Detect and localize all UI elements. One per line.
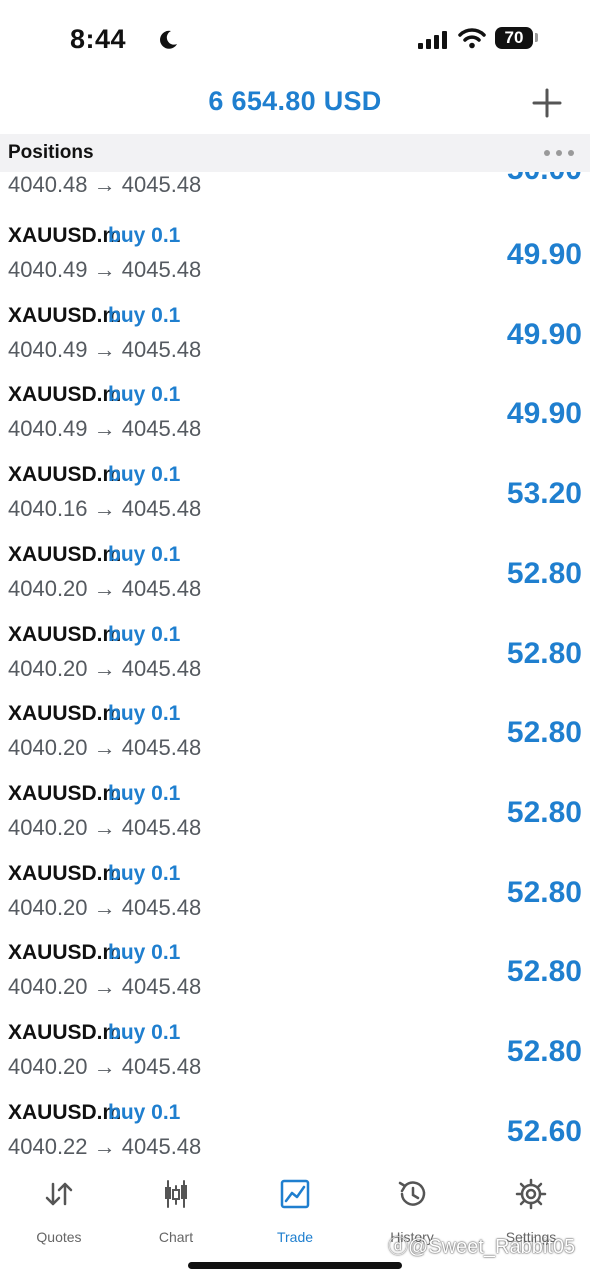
position-row[interactable]: XAUUSD.m buy 0.1 4040.49 → 4045.48 49.90 <box>0 304 590 384</box>
position-profit: 49.90 <box>506 397 582 431</box>
position-side: buy 0.1 <box>108 1100 181 1124</box>
position-side: buy 0.1 <box>108 781 181 805</box>
dot-icon <box>556 150 562 156</box>
position-row[interactable]: XAUUSD.m buy 0.1 4040.20 → 4045.48 52.80 <box>0 862 590 942</box>
position-row[interactable]: XAUUSD.m buy 0.1 4040.20 → 4045.48 52.80 <box>0 623 590 703</box>
position-symbol: XAUUSD.m <box>8 1100 122 1124</box>
position-row[interactable]: XAUUSD.m buy 0.1 4040.20 → 4045.48 52.80 <box>0 702 590 782</box>
position-prices: 4040.49 → 4045.48 <box>8 416 202 442</box>
position-symbol: XAUUSD.m <box>8 622 122 646</box>
position-prices: 4040.20 → 4045.48 <box>8 974 202 1000</box>
positions-list[interactable]: 4040.48 → 4045.48 50.00 XAUUSD.mbuy 0.14… <box>0 172 590 1160</box>
position-row[interactable]: XAUUSD.m buy 0.1 4040.49 → 4045.48 49.90 <box>0 224 590 304</box>
tab-label: Quotes <box>36 1229 82 1245</box>
position-symbol: XAUUSD.m <box>8 941 122 965</box>
position-prices: 4040.49 → 4045.48 <box>8 257 202 282</box>
position-profit: 52.60 <box>506 1114 582 1148</box>
position-symbol: XAUUSD.m <box>8 781 122 805</box>
position-symbol: XAUUSD.m <box>8 1021 122 1044</box>
position-row[interactable]: XAUUSD.m buy 0.1 4040.22 → 4045.48 52.60 <box>0 1101 590 1160</box>
position-profit: 49.90 <box>506 317 582 351</box>
positions-header: Positions <box>0 134 590 172</box>
position-prices: 4040.48 → 4045.48 <box>8 172 202 197</box>
position-prices: 4040.20 → 4045.48 <box>8 894 202 920</box>
position-symbol: XAUUSD.m <box>8 383 122 407</box>
position-side: buy 0.1 <box>108 463 181 487</box>
position-side: buy 0.1 <box>108 383 181 407</box>
position-row-partial[interactable]: 4040.48 → 4045.48 50.00 <box>0 172 590 219</box>
position-symbol: XAUUSD.m <box>8 463 122 487</box>
position-side: buy 0.1 <box>108 303 181 327</box>
position-symbol: XAUUSD.m <box>8 861 122 885</box>
position-side: buy 0.1 <box>108 542 181 566</box>
settings-icon <box>515 1178 547 1210</box>
wifi-icon <box>458 28 486 49</box>
position-side: buy 0.1 <box>108 861 181 885</box>
position-profit: 52.80 <box>506 556 582 590</box>
watermark: ⓓ@Sweet_Rabbit05 <box>388 1236 576 1258</box>
more-options-button[interactable] <box>541 143 577 163</box>
position-side: buy 0.1 <box>108 224 181 247</box>
position-row[interactable]: XAUUSD.m buy 0.1 4040.16 → 4045.48 53.20 <box>0 463 590 543</box>
quotes-icon <box>45 1182 73 1206</box>
position-symbol: XAUUSD.m <box>8 702 122 726</box>
position-profit: 53.20 <box>506 477 582 511</box>
home-indicator[interactable] <box>188 1262 402 1269</box>
position-row[interactable]: XAUUSD.m buy 0.1 4040.20 → 4045.48 52.80 <box>0 782 590 862</box>
position-profit: 52.80 <box>506 1035 582 1068</box>
position-side: buy 0.1 <box>108 1021 181 1044</box>
position-prices: 4040.20 → 4045.48 <box>8 575 202 601</box>
dot-icon <box>544 150 550 156</box>
status-time: 8:44 <box>70 24 127 54</box>
dot-icon <box>568 150 574 156</box>
battery-level: 70 <box>504 28 524 47</box>
status-bar: 8:44 70 <box>0 0 590 72</box>
tab-quotes[interactable]: Quotes <box>4 1174 114 1246</box>
add-order-button[interactable] <box>528 84 566 122</box>
position-prices: 4040.20 → 4045.48 <box>8 655 202 681</box>
history-icon <box>398 1181 426 1206</box>
trade-icon <box>280 1179 310 1209</box>
account-balance: 6 654.80 USD <box>208 86 382 116</box>
position-prices: 4040.16 → 4045.48 <box>8 496 202 522</box>
tab-chart[interactable]: Chart <box>121 1174 231 1246</box>
battery-tip <box>535 33 538 42</box>
position-row[interactable]: XAUUSD.m buy 0.1 4040.20 → 4045.48 52.80 <box>0 1021 590 1101</box>
position-side: buy 0.1 <box>108 622 181 646</box>
position-profit: 52.80 <box>506 716 582 750</box>
tab-trade[interactable]: Trade <box>240 1174 350 1246</box>
tab-label: Trade <box>276 1229 314 1245</box>
tab-label: Chart <box>158 1229 194 1245</box>
position-symbol: XAUUSD.m <box>8 303 122 327</box>
chart-icon <box>165 1180 187 1208</box>
position-row[interactable]: XAUUSD.m buy 0.1 4040.49 → 4045.48 49.90 <box>0 383 590 463</box>
position-profit: 52.80 <box>506 875 582 909</box>
position-profit: 52.80 <box>506 795 582 829</box>
position-side: buy 0.1 <box>108 702 181 726</box>
cellular-signal-icon <box>418 31 447 49</box>
position-symbol: XAUUSD.m <box>8 224 122 247</box>
position-prices: 4040.49 → 4045.48 <box>8 336 202 362</box>
position-row[interactable]: XAUUSD.m buy 0.1 4040.20 → 4045.48 52.80 <box>0 543 590 623</box>
position-prices: 4040.20 → 4045.48 <box>8 1054 202 1079</box>
position-profit: 52.80 <box>506 955 582 989</box>
position-profit: 52.80 <box>506 636 582 670</box>
position-row[interactable]: XAUUSD.m buy 0.1 4040.20 → 4045.48 52.80 <box>0 941 590 1021</box>
position-prices: 4040.22 → 4045.48 <box>8 1133 202 1159</box>
position-side: buy 0.1 <box>108 941 181 965</box>
position-profit: 49.90 <box>506 238 582 271</box>
position-profit: 50.00 <box>507 172 582 187</box>
battery-indicator: 70 <box>495 27 533 49</box>
position-symbol: XAUUSD.m <box>8 542 122 566</box>
position-prices: 4040.20 → 4045.48 <box>8 735 202 761</box>
position-prices: 4040.20 → 4045.48 <box>8 814 202 840</box>
positions-title: Positions <box>8 142 94 163</box>
moon-icon <box>160 30 177 49</box>
